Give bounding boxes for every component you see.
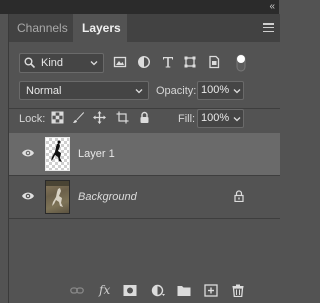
layer-thumbnail[interactable]	[45, 137, 70, 171]
opacity-label: Opacity:	[156, 85, 197, 97]
collapse-panels-button[interactable]: «	[269, 1, 274, 12]
new-group-icon[interactable]	[177, 284, 191, 297]
shape-filter-icon[interactable]	[183, 55, 197, 69]
add-style-button[interactable]: fx	[99, 283, 110, 297]
delete-layer-icon[interactable]	[231, 284, 245, 297]
lock-position-icon[interactable]	[93, 111, 106, 124]
fill-label: Fill:	[178, 113, 196, 125]
photo-thumbnail-image	[46, 181, 69, 207]
new-fill-adjustment-icon[interactable]	[151, 284, 165, 297]
chevron-down-icon	[135, 89, 143, 94]
lock-label: Lock:	[19, 113, 46, 125]
layer-name[interactable]: Background	[78, 191, 137, 203]
chevron-down-icon	[233, 89, 241, 94]
image-filter-icon[interactable]	[113, 55, 127, 69]
layer-name[interactable]: Layer 1	[78, 148, 115, 160]
panel-tab-bar: Channels Layers	[9, 14, 280, 42]
opacity-field[interactable]: 100%	[197, 81, 231, 100]
lock-transparent-pixels-icon[interactable]	[51, 111, 64, 124]
link-layers-icon[interactable]	[70, 284, 84, 297]
panel-header-strip: «	[0, 0, 279, 14]
filter-kind-dropdown[interactable]: Kind	[19, 53, 104, 73]
fill-field[interactable]: 100%	[197, 109, 231, 128]
layer-row-layer-1[interactable]: Layer 1	[9, 133, 280, 176]
layer-row-background[interactable]: Background	[9, 176, 280, 219]
add-mask-icon[interactable]	[123, 284, 137, 297]
filter-toggle-icon[interactable]	[235, 53, 247, 73]
lock-all-icon[interactable]	[138, 111, 151, 124]
new-layer-icon[interactable]	[204, 284, 218, 297]
layers-panel: Channels Layers Kind Normal Opacity: 100…	[8, 14, 280, 303]
layer-thumbnail[interactable]	[45, 180, 70, 214]
opacity-dropdown-button[interactable]	[230, 81, 244, 100]
blend-mode-dropdown[interactable]: Normal	[19, 81, 149, 100]
panel-menu-icon[interactable]	[263, 23, 274, 33]
chevron-down-icon	[233, 117, 241, 122]
smart-object-filter-icon[interactable]	[207, 55, 221, 69]
tab-layers[interactable]: Layers	[73, 14, 127, 42]
search-icon	[24, 57, 35, 68]
lock-image-pixels-icon[interactable]	[72, 111, 85, 124]
tab-channels[interactable]: Channels	[17, 14, 68, 42]
visibility-eye-icon[interactable]	[21, 191, 35, 201]
layer-list: Layer 1 Background	[9, 133, 280, 233]
chevron-down-icon	[90, 61, 98, 66]
visibility-eye-icon[interactable]	[21, 148, 35, 158]
lock-icon[interactable]	[234, 190, 244, 202]
figure-silhouette-icon	[51, 140, 62, 162]
adjustment-filter-icon[interactable]	[137, 55, 151, 69]
blend-mode-value: Normal	[26, 85, 62, 97]
lock-artboard-icon[interactable]	[116, 111, 129, 124]
filter-kind-label: Kind	[41, 57, 64, 69]
type-filter-icon[interactable]	[161, 55, 175, 69]
layers-bottom-toolbar: fx	[9, 277, 280, 303]
fill-dropdown-button[interactable]	[230, 109, 244, 128]
